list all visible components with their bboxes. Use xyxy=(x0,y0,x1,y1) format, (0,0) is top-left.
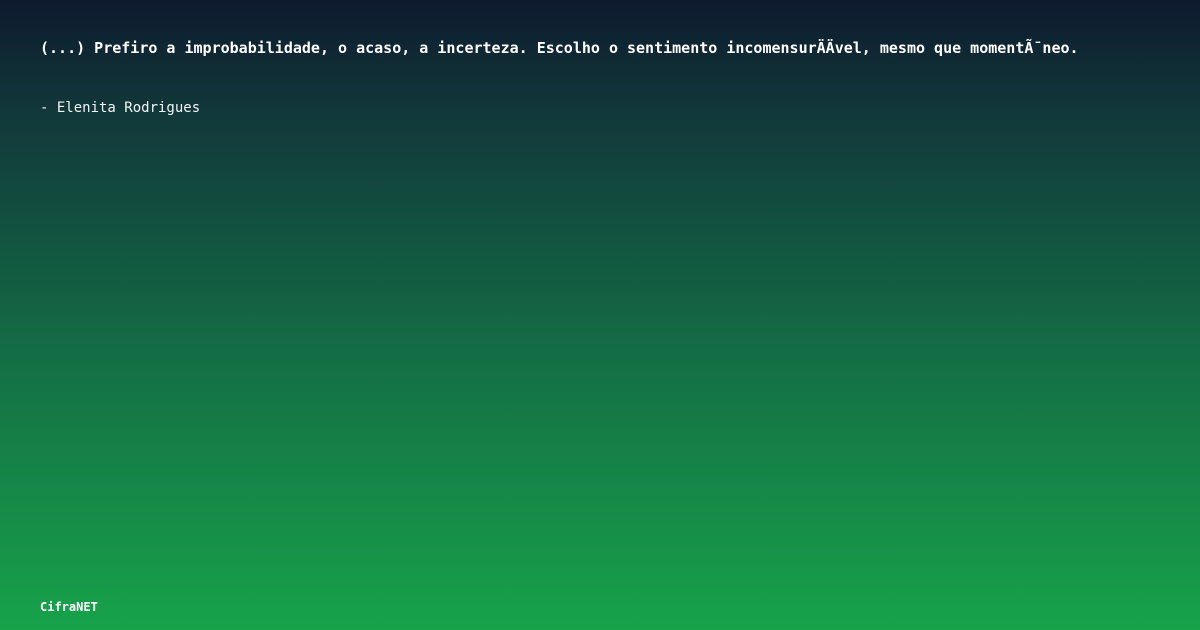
quote-text: (...) Prefiro a improbabilidade, o acaso… xyxy=(40,39,1079,57)
quote-author: - Elenita Rodrigues xyxy=(40,100,201,116)
brand-logo-text: CifraNET xyxy=(40,600,98,614)
